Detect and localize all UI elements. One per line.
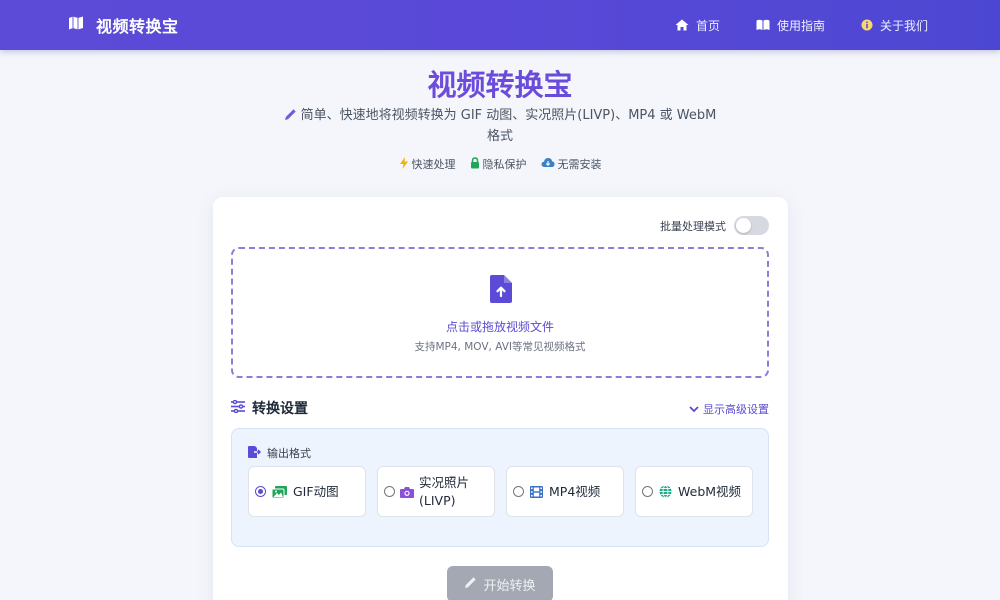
feature-badges: 快速处理 隐私保护 无需安装 bbox=[0, 156, 1000, 172]
subtitle-text: 简单、快速地将视频转换为 GIF 动图、实况照片(LIVP)、MP4 或 Web… bbox=[300, 108, 717, 144]
sliders-icon bbox=[231, 399, 245, 417]
dropzone-sub-text: 支持MP4, MOV, AVI等常见视频格式 bbox=[414, 341, 586, 353]
cloud-download-icon bbox=[541, 157, 555, 171]
format-label-livp: 实况照片(LIVP) bbox=[419, 474, 470, 508]
pencil-icon bbox=[464, 576, 477, 593]
file-export-icon bbox=[248, 445, 262, 461]
feature-privacy: 隐私保护 bbox=[470, 156, 527, 172]
camera-icon bbox=[400, 486, 414, 498]
feature-no-install: 无需安装 bbox=[541, 156, 602, 172]
format-label-gif: GIF动图 bbox=[293, 483, 339, 499]
lock-icon bbox=[470, 156, 480, 172]
nav-link-home[interactable]: 首页 bbox=[675, 17, 720, 34]
file-upload-icon bbox=[490, 275, 512, 307]
format-option-mp4[interactable]: MP4视频 bbox=[506, 466, 624, 517]
output-format-label: 输出格式 bbox=[267, 447, 311, 460]
image-icon bbox=[272, 485, 287, 498]
nav-link-about[interactable]: 关于我们 bbox=[861, 17, 928, 34]
start-convert-button[interactable]: 开始转换 bbox=[447, 566, 553, 600]
format-radio-livp[interactable] bbox=[384, 486, 395, 497]
format-radio-gif[interactable] bbox=[255, 486, 266, 497]
film-icon bbox=[530, 485, 543, 498]
output-format-panel: 输出格式 GIF动图 实况照片(LIVP) MP4视频 WebM视频 bbox=[231, 428, 769, 547]
feature-label: 无需安装 bbox=[557, 158, 602, 171]
settings-title: 转换设置 bbox=[252, 401, 308, 417]
converter-card: 批量处理模式 点击或拖放视频文件 支持MP4, MOV, AVI等常见视频格式 … bbox=[213, 197, 788, 600]
format-option-webm[interactable]: WebM视频 bbox=[635, 466, 753, 517]
batch-mode-label: 批量处理模式 bbox=[660, 219, 726, 233]
home-icon bbox=[675, 19, 689, 31]
page-title: 视频转换宝 bbox=[0, 62, 1000, 104]
brand[interactable]: 视频转换宝 bbox=[68, 13, 179, 37]
nav-links: 首页 使用指南 关于我们 bbox=[675, 17, 932, 34]
file-dropzone[interactable]: 点击或拖放视频文件 支持MP4, MOV, AVI等常见视频格式 bbox=[231, 247, 769, 378]
format-label-mp4: MP4视频 bbox=[549, 483, 601, 499]
pencil-icon bbox=[284, 108, 297, 127]
format-option-gif[interactable]: GIF动图 bbox=[248, 466, 366, 517]
brand-title: 视频转换宝 bbox=[96, 17, 179, 36]
output-format-heading: 输出格式 bbox=[248, 445, 311, 461]
feature-label: 快速处理 bbox=[411, 158, 456, 171]
globe-icon bbox=[659, 485, 672, 498]
map-icon bbox=[68, 15, 84, 35]
bolt-icon bbox=[399, 156, 409, 172]
advanced-settings-label: 显示高级设置 bbox=[703, 403, 769, 416]
book-icon bbox=[756, 19, 770, 31]
feature-fast: 快速处理 bbox=[399, 156, 456, 172]
nav-link-label: 使用指南 bbox=[776, 18, 825, 33]
format-label-webm: WebM视频 bbox=[678, 483, 742, 499]
format-radio-mp4[interactable] bbox=[513, 486, 524, 497]
navbar: 视频转换宝 首页 使用指南 关于我们 bbox=[0, 0, 1000, 50]
dropzone-main-text: 点击或拖放视频文件 bbox=[445, 320, 554, 334]
settings-heading: 转换设置 bbox=[231, 398, 308, 418]
batch-mode-toggle[interactable] bbox=[734, 216, 769, 235]
feature-label: 隐私保护 bbox=[482, 158, 527, 171]
nav-link-label: 关于我们 bbox=[879, 18, 928, 33]
toggle-knob bbox=[736, 218, 751, 233]
start-convert-label: 开始转换 bbox=[483, 578, 536, 594]
page-subtitle: 简单、快速地将视频转换为 GIF 动图、实况照片(LIVP)、MP4 或 Web… bbox=[280, 106, 720, 146]
format-option-livp[interactable]: 实况照片(LIVP) bbox=[377, 466, 495, 517]
chevron-down-icon bbox=[689, 403, 699, 416]
nav-link-guide[interactable]: 使用指南 bbox=[756, 17, 825, 34]
nav-link-label: 首页 bbox=[695, 18, 720, 33]
info-icon bbox=[861, 19, 873, 31]
format-radio-webm[interactable] bbox=[642, 486, 653, 497]
advanced-settings-toggle[interactable]: 显示高级设置 bbox=[689, 401, 769, 417]
batch-mode: 批量处理模式 bbox=[660, 216, 769, 235]
